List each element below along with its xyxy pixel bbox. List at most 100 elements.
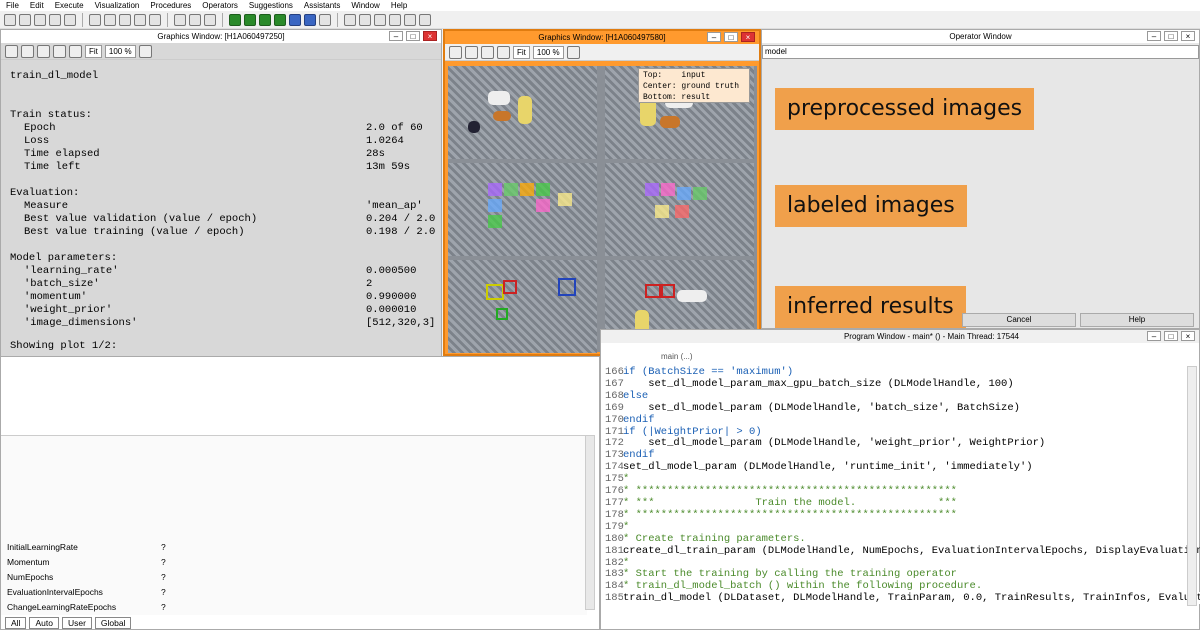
assistant-icon[interactable] — [204, 13, 216, 26]
fit-dropdown[interactable]: Fit — [85, 44, 102, 58]
settings-icon[interactable] — [5, 44, 18, 58]
procedure-selector[interactable]: main (...) — [661, 352, 693, 361]
fit-dropdown[interactable]: Fit — [513, 45, 530, 59]
line-number: 181 — [605, 544, 624, 557]
inspect-icon[interactable] — [344, 13, 356, 26]
code-line[interactable]: 169 set_dl_model_param (DLModelHandle, '… — [605, 402, 1200, 415]
variable-tab[interactable]: User — [61, 617, 92, 629]
close-button[interactable]: × — [1181, 31, 1195, 41]
graphics-window-1-title: Graphics Window: [H1A060497250] — [157, 32, 285, 41]
undo-icon[interactable] — [134, 13, 146, 26]
label-region — [655, 205, 669, 218]
cut-icon[interactable] — [89, 13, 101, 26]
outdent-icon[interactable] — [189, 13, 201, 26]
variable-tab[interactable]: Global — [94, 617, 132, 629]
label-region — [488, 183, 502, 196]
code-text: * — [623, 520, 630, 533]
result-box — [503, 280, 517, 294]
matching-icon[interactable] — [389, 13, 401, 26]
code-line[interactable]: 178* ***********************************… — [605, 509, 1200, 522]
zoom-dropdown[interactable]: 100 % — [532, 45, 564, 59]
save-icon[interactable] — [34, 13, 46, 26]
label-region — [536, 199, 550, 212]
menu-item[interactable]: Suggestions — [249, 0, 293, 11]
bar-chart-icon[interactable] — [374, 13, 386, 26]
pointer-icon[interactable] — [21, 44, 34, 58]
code-line[interactable]: 174set_dl_model_param (DLModelHandle, 'r… — [605, 461, 1200, 474]
settings-icon[interactable] — [449, 45, 462, 59]
paste-icon[interactable] — [119, 13, 131, 26]
code-editor[interactable]: 166if (BatchSize == 'maximum') 167 set_dl… — [605, 366, 1200, 605]
cancel-button[interactable]: Cancel — [962, 313, 1076, 327]
help-button[interactable]: Help — [1080, 313, 1194, 327]
maximize-button[interactable]: □ — [724, 32, 738, 42]
graphics-window-2-titlebar: Graphics Window: [H1A060497580] – □ × — [445, 31, 759, 44]
ocr-icon[interactable] — [419, 13, 431, 26]
variable-tabs: All Auto User Global — [5, 617, 132, 629]
legend-top: Top: input — [643, 71, 706, 80]
menu-item[interactable]: File — [6, 0, 19, 11]
maximize-button[interactable]: □ — [406, 31, 420, 41]
indent-icon[interactable] — [174, 13, 186, 26]
open-file-icon[interactable] — [19, 13, 31, 26]
minimize-button[interactable]: – — [1147, 331, 1161, 341]
zoom-dropdown[interactable]: 100 % — [104, 44, 136, 58]
code-line[interactable]: 181create_dl_train_param (DLModelHandle,… — [605, 544, 1200, 558]
maximize-button[interactable]: □ — [1164, 331, 1178, 341]
reset-icon[interactable] — [304, 13, 316, 26]
hand-icon[interactable] — [481, 45, 494, 59]
menu-item[interactable]: Assistants — [304, 0, 340, 11]
maximize-button[interactable]: □ — [1164, 31, 1178, 41]
plot-caption: Showing plot 1/2: — [10, 340, 118, 352]
label-region — [536, 183, 550, 196]
stop-icon[interactable] — [289, 13, 301, 26]
menu-item[interactable]: Procedures — [150, 0, 191, 11]
step-into-icon[interactable] — [259, 13, 271, 26]
hand-icon[interactable] — [37, 44, 50, 58]
copy-icon[interactable] — [104, 13, 116, 26]
param-name: NumEpochs — [7, 572, 54, 582]
zoom-dropdown-icon[interactable] — [69, 44, 82, 58]
redo-icon[interactable] — [149, 13, 161, 26]
close-button[interactable]: × — [741, 32, 755, 42]
close-button[interactable]: × — [1181, 331, 1195, 341]
code-line[interactable]: 167 set_dl_model_param_max_gpu_batch_siz… — [605, 378, 1200, 391]
legend-center: Center: ground truth — [643, 82, 740, 91]
line-profile-icon[interactable] — [404, 13, 416, 26]
new-file-icon[interactable] — [4, 13, 16, 26]
close-button[interactable]: × — [423, 31, 437, 41]
save-all-icon[interactable] — [49, 13, 61, 26]
code-text: * *** Train the model. *** — [623, 496, 957, 509]
variable-tab[interactable]: Auto — [29, 617, 59, 629]
operator-window-titlebar: Operator Window – □ × — [762, 30, 1199, 43]
code-line[interactable]: 172 set_dl_model_param (DLModelHandle, '… — [605, 437, 1200, 450]
menu-item[interactable]: Visualization — [95, 0, 140, 11]
result-box — [486, 284, 504, 300]
menu-item[interactable]: Execute — [55, 0, 84, 11]
pointer-icon[interactable] — [465, 45, 478, 59]
variable-tab[interactable]: All — [5, 617, 27, 629]
operator-input[interactable]: model — [762, 45, 1199, 59]
minimize-button[interactable]: – — [389, 31, 403, 41]
step-out-icon[interactable] — [274, 13, 286, 26]
step-over-icon[interactable] — [244, 13, 256, 26]
clock-icon[interactable] — [319, 13, 331, 26]
color-icon[interactable] — [138, 44, 152, 58]
minimize-button[interactable]: – — [1147, 31, 1161, 41]
zoom-icon[interactable] — [53, 44, 66, 58]
code-text: * **************************************… — [623, 485, 957, 498]
run-icon[interactable] — [229, 13, 241, 26]
histogram-icon[interactable] — [359, 13, 371, 26]
minimize-button[interactable]: – — [707, 32, 721, 42]
code-line[interactable]: 185train_dl_model (DLDataset, DLModelHan… — [605, 592, 1200, 605]
code-scrollbar[interactable] — [1187, 366, 1197, 606]
menu-item[interactable]: Window — [351, 0, 379, 11]
menu-item[interactable]: Help — [391, 0, 407, 11]
eval-value: 'mean_ap' — [366, 200, 423, 212]
menu-item[interactable]: Operators — [202, 0, 238, 11]
zoom-icon[interactable] — [497, 45, 510, 59]
color-icon[interactable] — [566, 45, 580, 59]
variable-scrollbar[interactable] — [585, 435, 595, 610]
menu-item[interactable]: Edit — [30, 0, 44, 11]
print-icon[interactable] — [64, 13, 76, 26]
